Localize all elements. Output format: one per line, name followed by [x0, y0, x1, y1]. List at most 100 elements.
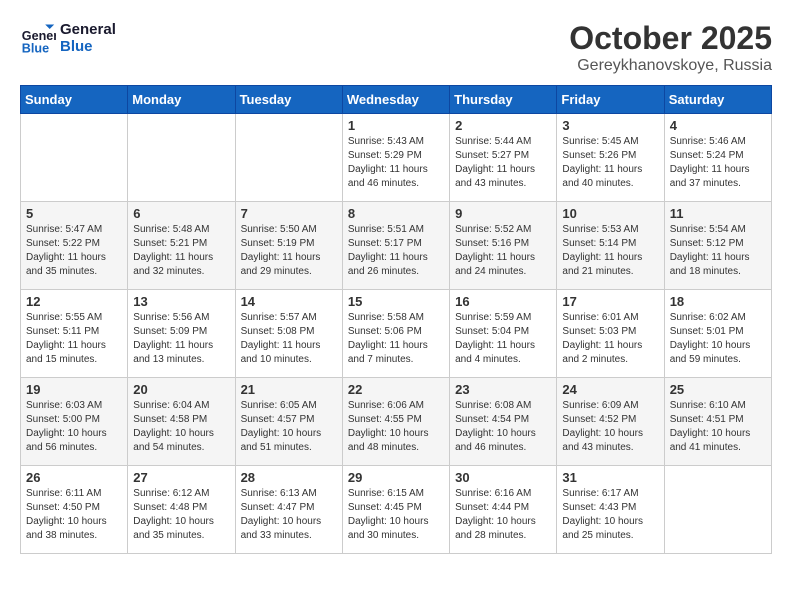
- calendar-cell: 1Sunrise: 5:43 AM Sunset: 5:29 PM Daylig…: [342, 114, 449, 202]
- day-number: 11: [670, 206, 766, 221]
- day-info: Sunrise: 6:12 AM Sunset: 4:48 PM Dayligh…: [133, 487, 229, 543]
- calendar-cell: [235, 114, 342, 202]
- day-number: 26: [26, 470, 122, 485]
- weekday-header-saturday: Saturday: [664, 86, 771, 114]
- day-info: Sunrise: 6:05 AM Sunset: 4:57 PM Dayligh…: [241, 399, 337, 455]
- day-info: Sunrise: 6:13 AM Sunset: 4:47 PM Dayligh…: [241, 487, 337, 543]
- day-number: 10: [562, 206, 658, 221]
- weekday-header-row: SundayMondayTuesdayWednesdayThursdayFrid…: [21, 86, 772, 114]
- calendar-cell: 9 Sunrise: 5:52 AM Sunset: 5:16 PM Daylig…: [450, 202, 557, 290]
- calendar-cell: 20 Sunrise: 6:04 AM Sunset: 4:58 PM Dayli…: [128, 378, 235, 466]
- calendar-cell: 5Sunrise: 5:47 AM Sunset: 5:22 PM Daylig…: [21, 202, 128, 290]
- day-info: Sunrise: 5:43 AM Sunset: 5:29 PM Dayligh…: [348, 135, 444, 191]
- weekday-header-sunday: Sunday: [21, 86, 128, 114]
- day-number: 21: [241, 382, 337, 397]
- day-number: 28: [241, 470, 337, 485]
- day-number: 9: [455, 206, 551, 221]
- day-number: 25: [670, 382, 766, 397]
- logo-icon: General Blue: [20, 20, 56, 56]
- calendar-cell: 29 Sunrise: 6:15 AM Sunset: 4:45 PM Dayli…: [342, 466, 449, 554]
- day-number: 16: [455, 294, 551, 309]
- day-number: 22: [348, 382, 444, 397]
- calendar-cell: 24 Sunrise: 6:09 AM Sunset: 4:52 PM Dayli…: [557, 378, 664, 466]
- calendar-cell: 22 Sunrise: 6:06 AM Sunset: 4:55 PM Dayli…: [342, 378, 449, 466]
- calendar-cell: 8Sunrise: 5:51 AM Sunset: 5:17 PM Daylig…: [342, 202, 449, 290]
- day-number: 23: [455, 382, 551, 397]
- day-number: 31: [562, 470, 658, 485]
- calendar-cell: 11Sunrise: 5:54 AM Sunset: 5:12 PM Dayli…: [664, 202, 771, 290]
- day-info: Sunrise: 6:10 AM Sunset: 4:51 PM Dayligh…: [670, 399, 766, 455]
- day-number: 13: [133, 294, 229, 309]
- day-number: 15: [348, 294, 444, 309]
- day-info: Sunrise: 5:51 AM Sunset: 5:17 PM Dayligh…: [348, 223, 444, 279]
- calendar-week-2: 5Sunrise: 5:47 AM Sunset: 5:22 PM Daylig…: [21, 202, 772, 290]
- calendar-cell: 26 Sunrise: 6:11 AM Sunset: 4:50 PM Dayli…: [21, 466, 128, 554]
- day-info: Sunrise: 6:04 AM Sunset: 4:58 PM Dayligh…: [133, 399, 229, 455]
- day-info: Sunrise: 5:47 AM Sunset: 5:22 PM Dayligh…: [26, 223, 122, 279]
- day-info: Sunrise: 5:57 AM Sunset: 5:08 PM Dayligh…: [241, 311, 337, 367]
- day-info: Sunrise: 5:55 AM Sunset: 5:11 PM Dayligh…: [26, 311, 122, 367]
- calendar-cell: 12 Sunrise: 5:55 AM Sunset: 5:11 PM Dayli…: [21, 290, 128, 378]
- calendar-week-3: 12 Sunrise: 5:55 AM Sunset: 5:11 PM Dayli…: [21, 290, 772, 378]
- day-number: 4: [670, 118, 766, 133]
- day-number: 24: [562, 382, 658, 397]
- day-number: 6: [133, 206, 229, 221]
- day-info: Sunrise: 5:52 AM Sunset: 5:16 PM Dayligh…: [455, 223, 551, 279]
- day-info: Sunrise: 6:16 AM Sunset: 4:44 PM Dayligh…: [455, 487, 551, 543]
- calendar-week-5: 26 Sunrise: 6:11 AM Sunset: 4:50 PM Dayli…: [21, 466, 772, 554]
- day-info: Sunrise: 6:08 AM Sunset: 4:54 PM Dayligh…: [455, 399, 551, 455]
- day-info: Sunrise: 6:17 AM Sunset: 4:43 PM Dayligh…: [562, 487, 658, 543]
- calendar-cell: [21, 114, 128, 202]
- day-number: 7: [241, 206, 337, 221]
- weekday-header-friday: Friday: [557, 86, 664, 114]
- calendar-cell: [128, 114, 235, 202]
- calendar-cell: 6 Sunrise: 5:48 AM Sunset: 5:21 PM Daylig…: [128, 202, 235, 290]
- logo-line1: General: [60, 21, 116, 38]
- calendar-cell: 23 Sunrise: 6:08 AM Sunset: 4:54 PM Dayli…: [450, 378, 557, 466]
- weekday-header-wednesday: Wednesday: [342, 86, 449, 114]
- location: Gereykhanovskoye, Russia: [569, 57, 772, 75]
- day-info: Sunrise: 5:48 AM Sunset: 5:21 PM Dayligh…: [133, 223, 229, 279]
- day-number: 29: [348, 470, 444, 485]
- calendar-cell: 27Sunrise: 6:12 AM Sunset: 4:48 PM Dayli…: [128, 466, 235, 554]
- calendar-cell: 13 Sunrise: 5:56 AM Sunset: 5:09 PM Dayli…: [128, 290, 235, 378]
- day-info: Sunrise: 5:45 AM Sunset: 5:26 PM Dayligh…: [562, 135, 658, 191]
- calendar-cell: 16 Sunrise: 5:59 AM Sunset: 5:04 PM Dayli…: [450, 290, 557, 378]
- logo-line2: Blue: [60, 38, 116, 55]
- calendar-cell: 30 Sunrise: 6:16 AM Sunset: 4:44 PM Dayli…: [450, 466, 557, 554]
- calendar-cell: 4 Sunrise: 5:46 AM Sunset: 5:24 PM Daylig…: [664, 114, 771, 202]
- calendar-cell: 15 Sunrise: 5:58 AM Sunset: 5:06 PM Dayli…: [342, 290, 449, 378]
- calendar-cell: 10 Sunrise: 5:53 AM Sunset: 5:14 PM Dayli…: [557, 202, 664, 290]
- day-info: Sunrise: 5:44 AM Sunset: 5:27 PM Dayligh…: [455, 135, 551, 191]
- day-info: Sunrise: 6:01 AM Sunset: 5:03 PM Dayligh…: [562, 311, 658, 367]
- calendar-cell: 2Sunrise: 5:44 AM Sunset: 5:27 PM Daylig…: [450, 114, 557, 202]
- day-info: Sunrise: 5:59 AM Sunset: 5:04 PM Dayligh…: [455, 311, 551, 367]
- day-info: Sunrise: 5:56 AM Sunset: 5:09 PM Dayligh…: [133, 311, 229, 367]
- day-number: 12: [26, 294, 122, 309]
- page-header: General Blue General Blue October 2025 G…: [20, 20, 772, 75]
- day-number: 20: [133, 382, 229, 397]
- day-info: Sunrise: 5:58 AM Sunset: 5:06 PM Dayligh…: [348, 311, 444, 367]
- day-info: Sunrise: 6:03 AM Sunset: 5:00 PM Dayligh…: [26, 399, 122, 455]
- month-title: October 2025: [569, 20, 772, 57]
- calendar-cell: 17 Sunrise: 6:01 AM Sunset: 5:03 PM Dayli…: [557, 290, 664, 378]
- day-info: Sunrise: 5:46 AM Sunset: 5:24 PM Dayligh…: [670, 135, 766, 191]
- calendar-cell: 25 Sunrise: 6:10 AM Sunset: 4:51 PM Dayli…: [664, 378, 771, 466]
- day-info: Sunrise: 6:09 AM Sunset: 4:52 PM Dayligh…: [562, 399, 658, 455]
- calendar-cell: 21 Sunrise: 6:05 AM Sunset: 4:57 PM Dayli…: [235, 378, 342, 466]
- day-number: 30: [455, 470, 551, 485]
- day-info: Sunrise: 5:53 AM Sunset: 5:14 PM Dayligh…: [562, 223, 658, 279]
- day-info: Sunrise: 6:11 AM Sunset: 4:50 PM Dayligh…: [26, 487, 122, 543]
- calendar-cell: 3 Sunrise: 5:45 AM Sunset: 5:26 PM Daylig…: [557, 114, 664, 202]
- day-info: Sunrise: 6:02 AM Sunset: 5:01 PM Dayligh…: [670, 311, 766, 367]
- calendar-week-4: 19 Sunrise: 6:03 AM Sunset: 5:00 PM Dayli…: [21, 378, 772, 466]
- logo: General Blue General Blue: [20, 20, 116, 56]
- calendar-cell: 7Sunrise: 5:50 AM Sunset: 5:19 PM Daylig…: [235, 202, 342, 290]
- day-number: 3: [562, 118, 658, 133]
- day-info: Sunrise: 6:15 AM Sunset: 4:45 PM Dayligh…: [348, 487, 444, 543]
- calendar-cell: 28 Sunrise: 6:13 AM Sunset: 4:47 PM Dayli…: [235, 466, 342, 554]
- day-number: 19: [26, 382, 122, 397]
- day-number: 17: [562, 294, 658, 309]
- day-info: Sunrise: 6:06 AM Sunset: 4:55 PM Dayligh…: [348, 399, 444, 455]
- calendar-table: SundayMondayTuesdayWednesdayThursdayFrid…: [20, 85, 772, 554]
